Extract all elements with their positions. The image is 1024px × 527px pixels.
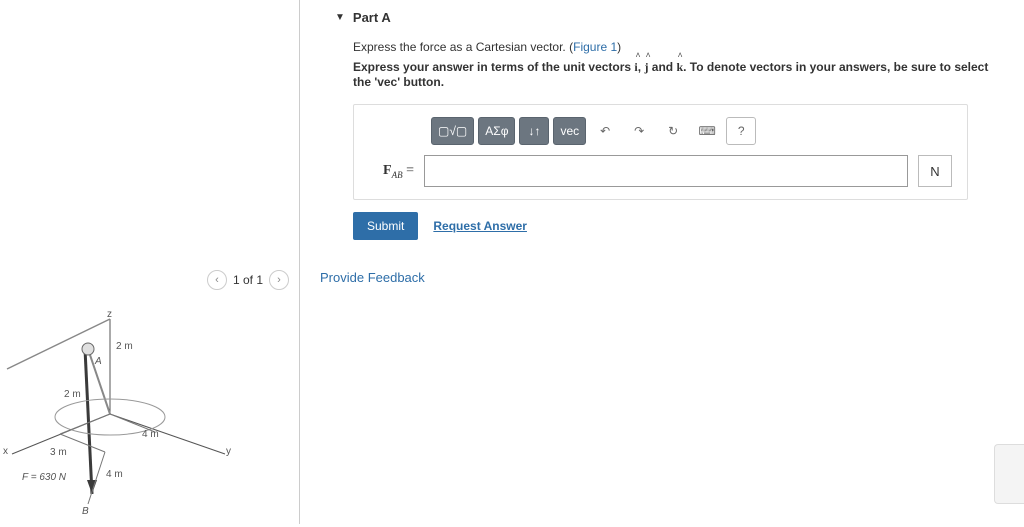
help-button[interactable]: ? xyxy=(726,117,756,145)
unit-vector-i: i xyxy=(634,60,637,75)
collapse-caret-icon: ▼ xyxy=(335,12,345,23)
subsup-button[interactable]: ↓↑ xyxy=(519,117,549,145)
part-header[interactable]: ▼ Part A xyxy=(335,10,1009,25)
greek-button[interactable]: ΑΣφ xyxy=(478,117,515,145)
pager-text: 1 of 1 xyxy=(233,273,263,287)
point-b-label: B xyxy=(82,506,89,517)
redo-button[interactable]: ↷ xyxy=(624,117,654,145)
point-a-label: A xyxy=(95,356,102,367)
prompt-text: Express the force as a Cartesian vector.… xyxy=(353,40,573,54)
dim-4m-bottom: 4 m xyxy=(106,469,123,480)
dim-3m: 3 m xyxy=(50,447,67,458)
dim-2m-top: 2 m xyxy=(116,341,133,352)
figure-link[interactable]: Figure 1 xyxy=(573,40,617,54)
answer-box: ▢√▢ ΑΣφ ↓↑ vec ↶ ↷ ↻ ⌨ ? FAB = N xyxy=(353,104,968,200)
request-answer-link[interactable]: Request Answer xyxy=(433,219,527,233)
equation-toolbar: ▢√▢ ΑΣφ ↓↑ vec ↶ ↷ ↻ ⌨ ? xyxy=(431,117,952,145)
submit-button[interactable]: Submit xyxy=(353,212,418,240)
answer-row: FAB = N xyxy=(369,155,952,187)
figure-panel: ‹ 1 of 1 › z x y 2 m xyxy=(0,0,300,524)
axis-x-label: x xyxy=(3,446,8,457)
axis-y-label: y xyxy=(226,446,231,457)
provide-feedback-link[interactable]: Provide Feedback xyxy=(320,270,1009,285)
answer-label: FAB = xyxy=(369,163,414,180)
keyboard-button[interactable]: ⌨ xyxy=(692,117,722,145)
submit-row: Submit Request Answer xyxy=(353,212,1009,240)
pager-prev-button[interactable]: ‹ xyxy=(207,270,227,290)
dim-2m-side: 2 m xyxy=(64,389,81,400)
force-label: F = 630 N xyxy=(22,472,66,483)
vec-button[interactable]: vec xyxy=(553,117,586,145)
instruction-prefix: Express your answer in terms of the unit… xyxy=(353,60,634,74)
unit-vector-k: k xyxy=(676,60,683,75)
part-title: Part A xyxy=(353,10,391,25)
dim-4m-right: 4 m xyxy=(142,429,159,440)
question-panel: ▼ Part A Express the force as a Cartesia… xyxy=(300,0,1024,524)
templates-button[interactable]: ▢√▢ xyxy=(431,117,474,145)
unit-vector-j: j xyxy=(644,60,648,75)
figure-pager: ‹ 1 of 1 › xyxy=(207,270,289,290)
reset-button[interactable]: ↻ xyxy=(658,117,688,145)
figure-diagram: z x y 2 m 2 m 3 m 4 m 4 m A B F = 630 N xyxy=(0,294,235,524)
answer-input[interactable] xyxy=(424,155,908,187)
prompt-close: ) xyxy=(617,40,621,54)
axis-z-label: z xyxy=(107,309,112,320)
instructions: Express the force as a Cartesian vector.… xyxy=(353,40,1009,89)
pager-next-button[interactable]: › xyxy=(269,270,289,290)
unit-label: N xyxy=(918,155,952,187)
undo-button[interactable]: ↶ xyxy=(590,117,620,145)
side-widget[interactable] xyxy=(994,444,1024,504)
